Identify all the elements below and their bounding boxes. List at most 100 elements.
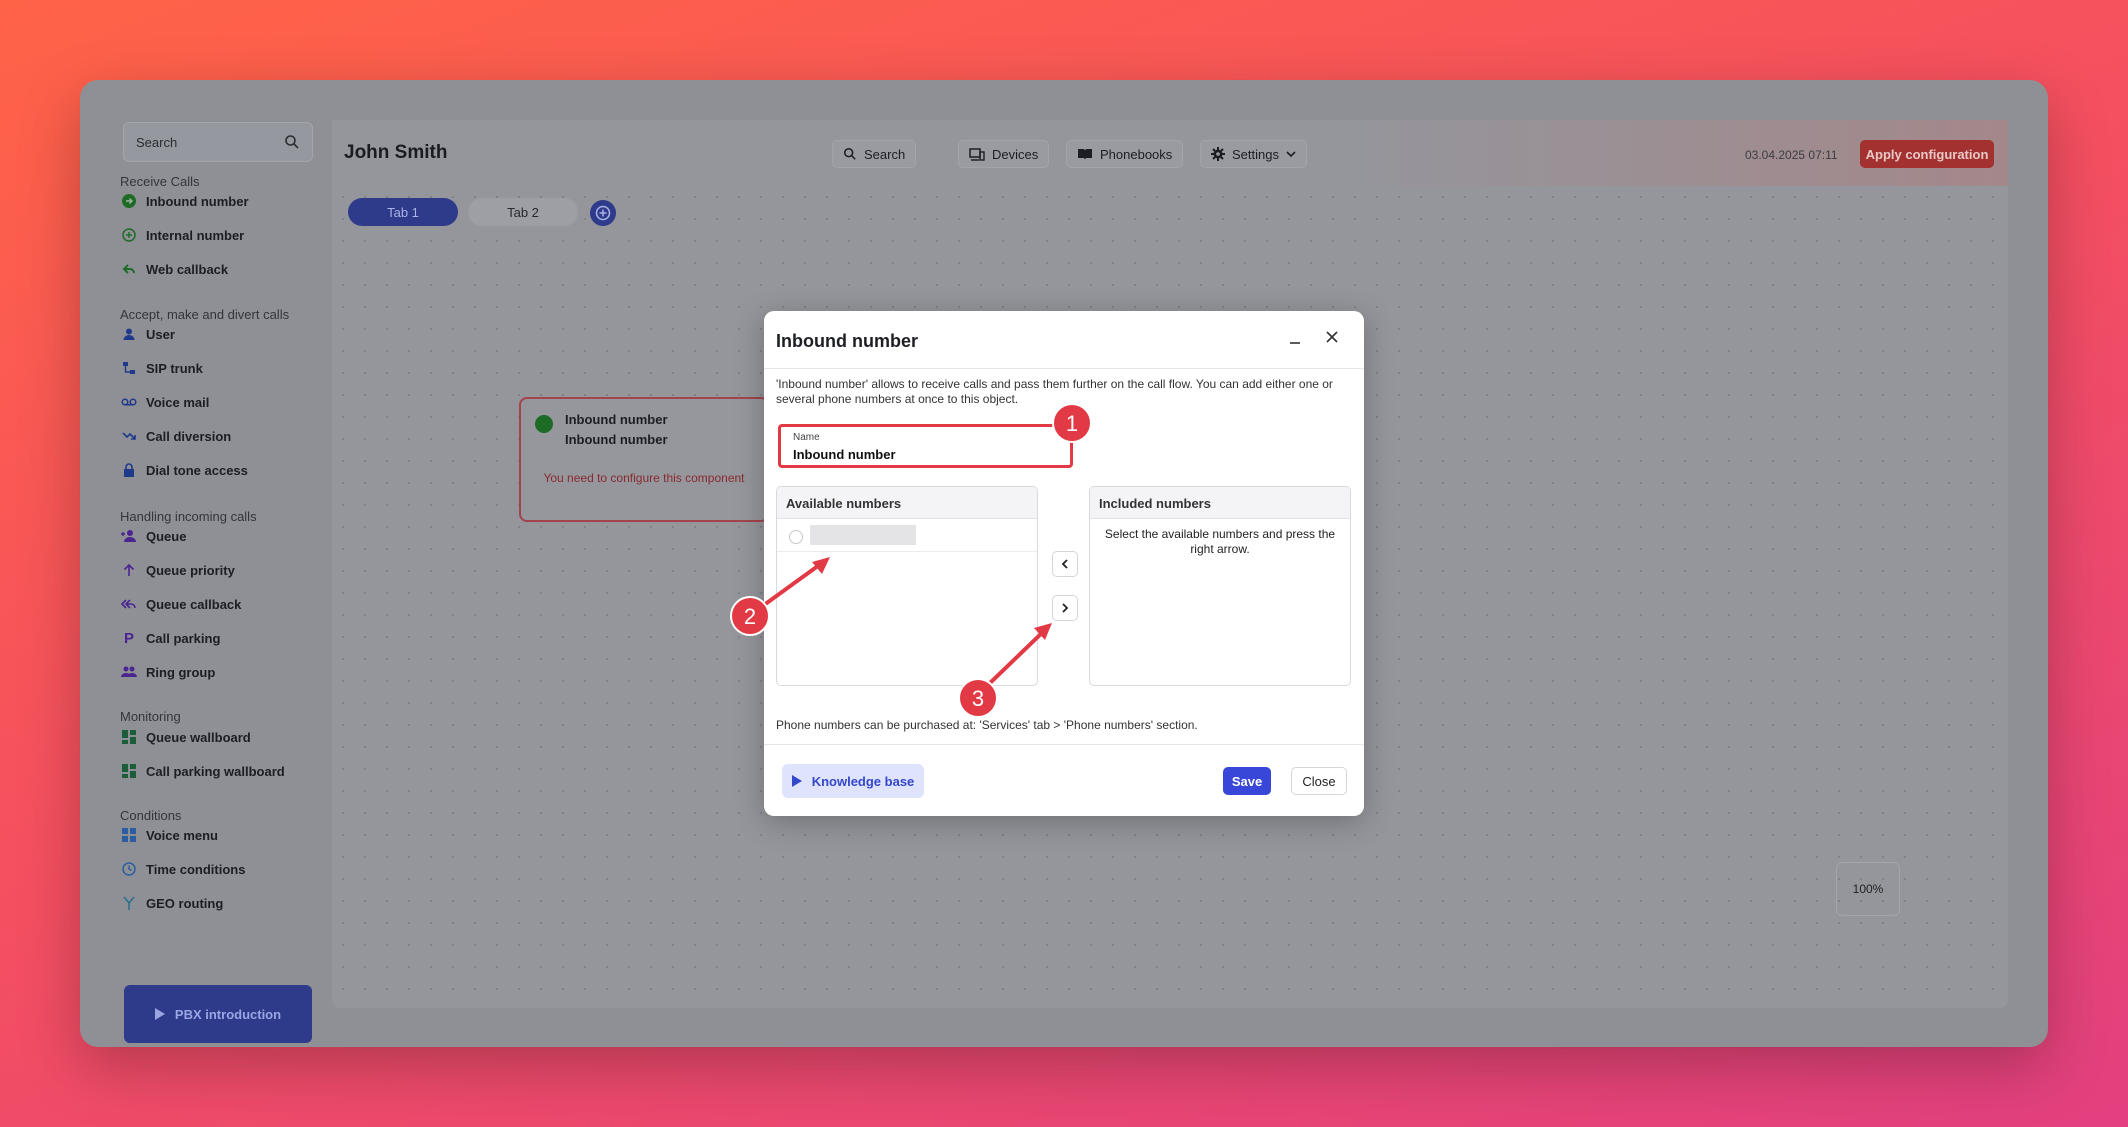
tab-2[interactable]: Tab 2 (468, 198, 578, 226)
sidebar-item-call-diversion[interactable]: Call diversion (120, 424, 350, 448)
diversion-icon (120, 427, 138, 445)
lock-icon (120, 461, 138, 479)
devices-button-label: Devices (992, 146, 1039, 162)
sidebar-item-voice-menu[interactable]: Voice menu (120, 823, 350, 847)
group-title-accept-make-divert: Accept, make and divert calls (120, 307, 290, 322)
sidebar-item-ring-group[interactable]: Ring group (120, 660, 350, 684)
knowledge-base-button[interactable]: Knowledge base (782, 764, 924, 798)
sidebar-item-label: SIP trunk (146, 360, 203, 376)
add-tab-button[interactable] (590, 200, 616, 226)
available-numbers-list: Available numbers (776, 486, 1038, 686)
number-checkbox[interactable] (789, 530, 803, 544)
plus-circle-icon (120, 226, 138, 244)
sidebar-item-queue-callback[interactable]: Queue callback (120, 592, 350, 616)
node-warning: You need to configure this component (543, 471, 745, 485)
list-item[interactable] (777, 520, 1037, 552)
settings-dropdown-label: Settings (1232, 146, 1279, 162)
play-icon (791, 775, 802, 787)
group-title-handling-incoming: Handling incoming calls (120, 509, 257, 524)
zoom-level[interactable]: 100% (1836, 862, 1900, 916)
sidebar-item-label: Time conditions (146, 861, 246, 877)
tab-1[interactable]: Tab 1 (348, 198, 458, 226)
apply-configuration-button[interactable]: Apply configuration (1860, 140, 1994, 168)
sidebar-item-label: Call diversion (146, 428, 232, 444)
arrow-up-icon (120, 561, 138, 579)
close-icon[interactable] (1324, 329, 1340, 345)
queue-icon (120, 527, 138, 545)
sidebar-item-call-parking-wallboard[interactable]: Call parking wallboard (120, 759, 350, 783)
name-field-label: Name (793, 432, 820, 443)
sidebar-item-label: User (146, 326, 175, 342)
header-bar: John Smith Search Devices Phonebooks Set… (332, 120, 2008, 186)
minimize-icon[interactable] (1288, 331, 1302, 345)
sidebar-item-label: Queue wallboard (146, 729, 251, 745)
included-empty-message: Select the available numbers and press t… (1104, 527, 1336, 556)
sidebar-item-call-parking[interactable]: P Call parking (120, 626, 350, 650)
reply-all-icon (120, 595, 138, 613)
sidebar-item-label: Call parking wallboard (146, 763, 285, 779)
name-field-value: Inbound number (793, 447, 896, 462)
play-icon (154, 1008, 165, 1020)
sidebar-item-label: Queue priority (146, 562, 235, 578)
sidebar-item-web-callback[interactable]: Web callback (120, 257, 350, 281)
inbound-number-dialog: Inbound number 'Inbound number' allows t… (764, 311, 1364, 816)
voicemail-icon (120, 393, 138, 411)
included-numbers-list: Included numbers Select the available nu… (1089, 486, 1351, 686)
sidebar-item-time-conditions[interactable]: Time conditions (120, 857, 350, 881)
grid-icon (120, 826, 138, 844)
available-numbers-header: Available numbers (777, 487, 1037, 519)
devices-button[interactable]: Devices (958, 140, 1050, 168)
save-button[interactable]: Save (1223, 767, 1271, 795)
node-subtitle: Inbound number (565, 432, 668, 447)
dashboard-icon (120, 728, 138, 746)
group-icon (120, 663, 138, 681)
sidebar-item-geo-routing[interactable]: GEO routing (120, 891, 350, 915)
sidebar-item-internal-number[interactable]: Internal number (120, 223, 350, 247)
divider (764, 368, 1364, 369)
book-icon (1078, 149, 1092, 160)
move-left-button[interactable] (1052, 551, 1078, 577)
arrow-circle-icon (120, 192, 138, 210)
sidebar-item-queue-priority[interactable]: Queue priority (120, 558, 350, 582)
dashboard-icon (120, 762, 138, 780)
sidebar-item-queue-wallboard[interactable]: Queue wallboard (120, 725, 350, 749)
search-placeholder: Search (136, 135, 178, 150)
included-numbers-header: Included numbers (1090, 487, 1350, 519)
move-right-button[interactable] (1052, 595, 1078, 621)
sidebar-item-label: GEO routing (146, 895, 224, 911)
sidebar-item-label: Queue callback (146, 596, 242, 612)
datetime: 03.04.2025 07:11 (1745, 148, 1838, 162)
dialog-title: Inbound number (776, 331, 918, 351)
sidebar-item-label: Ring group (146, 664, 216, 680)
chevron-left-icon (1061, 559, 1068, 569)
search-icon (843, 147, 856, 160)
name-field[interactable]: Name Inbound number (778, 424, 1073, 468)
node-title: Inbound number (565, 412, 668, 427)
phonebooks-button[interactable]: Phonebooks (1066, 140, 1184, 168)
sidebar-item-inbound-number[interactable]: Inbound number (120, 189, 350, 213)
sidebar-item-voice-mail[interactable]: Voice mail (120, 390, 350, 414)
sidebar-search-input[interactable]: Search (123, 122, 313, 162)
reply-icon (120, 260, 138, 278)
network-icon (120, 359, 138, 377)
sidebar-item-sip-trunk[interactable]: SIP trunk (120, 356, 350, 380)
devices-icon (969, 147, 985, 161)
fork-icon (120, 894, 138, 912)
sidebar-item-user[interactable]: User (120, 322, 350, 346)
parking-icon: P (123, 629, 134, 647)
sidebar-item-queue[interactable]: Queue (120, 524, 350, 548)
close-button[interactable]: Close (1291, 767, 1347, 795)
group-title-conditions: Conditions (120, 808, 182, 823)
divider (764, 744, 1364, 745)
user-icon (120, 325, 138, 343)
knowledge-base-label: Knowledge base (811, 773, 915, 789)
sidebar-item-label: Voice mail (146, 394, 210, 410)
pbx-introduction-button[interactable]: PBX introduction (124, 985, 312, 1043)
purchase-note: Phone numbers can be purchased at: 'Serv… (776, 718, 1198, 732)
settings-dropdown[interactable]: Settings (1200, 140, 1307, 168)
clock-icon (120, 860, 138, 878)
sidebar-item-dial-tone-access[interactable]: Dial tone access (120, 458, 350, 482)
flow-node-inbound-number[interactable]: Inbound number Inbound number You need t… (519, 397, 769, 522)
redacted-number (810, 525, 916, 545)
search-button[interactable]: Search (832, 140, 917, 168)
